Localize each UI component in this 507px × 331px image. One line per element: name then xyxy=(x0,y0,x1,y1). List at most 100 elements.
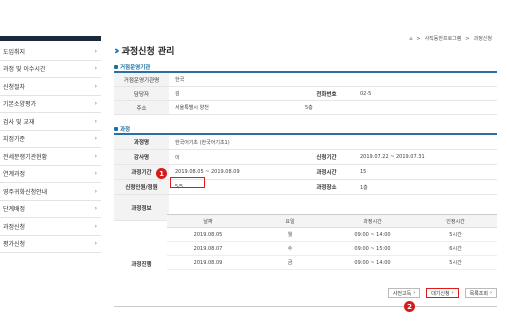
address-value: 서울특별시 양천 xyxy=(175,105,209,111)
sidebar: 도입취지 › 과정 및 이수시간 › 신청절차 › 기본소양평가 › 검사 및 교재 › … xyxy=(0,36,101,253)
column-header-day: 요일 xyxy=(285,218,295,225)
apply-period-label: 신청기간 xyxy=(299,150,354,164)
chevron-right-icon: › xyxy=(94,82,97,90)
home-icon[interactable]: ⌂ xyxy=(409,36,412,42)
cell-time: 09:00 ~ 15:00 xyxy=(354,245,391,252)
course-name-label: 과정명 xyxy=(114,135,169,149)
manager-label: 담당자 xyxy=(114,87,169,100)
chevron-right-icon: › xyxy=(94,100,97,108)
cell-day: 금 xyxy=(287,260,293,266)
action-buttons: 사전고득 › 대기신청 › 목록조회 › xyxy=(387,288,497,298)
course-hours-label: 과정시간 xyxy=(299,165,354,179)
cell-date: 2019.08.09 xyxy=(193,259,223,266)
capacity-highlight xyxy=(170,177,205,188)
location-label: 과정장소 xyxy=(299,180,354,194)
sidebar-item-residency[interactable]: 영주귀화신청안내 › xyxy=(0,183,101,201)
page-header: ››› 과정신청 관리 xyxy=(114,44,174,57)
org-name-value: 한국 xyxy=(175,77,185,83)
schedule-table: 날짜 요일 과정시간 인정시간 2019.08.05 월 09:00 ~ 14:… xyxy=(167,214,497,270)
pre-apply-button[interactable]: 사전고득 › xyxy=(387,288,421,298)
course-name-value: 한국어기초 (한국어기초1) xyxy=(175,139,230,146)
button-label: 사전고득 xyxy=(392,290,412,297)
course-info-label: 과정정보 xyxy=(114,195,169,220)
table-row: 2019.08.07 수 09:00 ~ 15:00 6시간 xyxy=(167,242,497,256)
breadcrumb: ⌂ > 사직동한프로그램 > 과정신청 xyxy=(409,35,492,43)
sidebar-item-label: 지정기준 xyxy=(3,136,26,144)
instructor-label: 강사명 xyxy=(114,150,169,164)
breadcrumb-separator: > xyxy=(465,35,470,42)
breadcrumb-separator: > xyxy=(416,35,421,42)
sidebar-item-intro[interactable]: 도입취지 › xyxy=(0,43,101,61)
cell-credit: 6시간 xyxy=(449,246,462,252)
sidebar-item-label: 과정신청 xyxy=(3,223,26,231)
sidebar-item-label: 평가신청 xyxy=(3,241,26,249)
location-value: 1층 xyxy=(360,184,368,191)
manager-value: 김 xyxy=(175,91,180,97)
chevron-right-icon: › xyxy=(94,117,97,125)
table-row: 과정명 한국어기초 (한국어기초1) xyxy=(114,135,497,150)
instructor-value: 이 xyxy=(175,154,180,161)
table-row: 2019.08.05 월 09:00 ~ 14:00 5시간 xyxy=(167,228,497,242)
sidebar-item-dispute-orgs[interactable]: 전세분쟁기관현황 › xyxy=(0,148,101,166)
chevron-right-icon: › xyxy=(94,152,97,160)
sidebar-item-label: 단계배정 xyxy=(3,206,26,214)
chevron-right-icon: › xyxy=(94,65,97,73)
section-title-course: 과정 xyxy=(114,125,130,133)
column-header-date: 날짜 xyxy=(203,218,213,225)
sidebar-top-bar xyxy=(0,36,101,41)
sidebar-item-eval-apply[interactable]: 평가신청 › xyxy=(0,236,101,253)
bullet-icon xyxy=(114,127,118,131)
org-info-table: 거점운영기관명 한국 담당자 김 전화번호 02-5 주소 서울특별시 양천 5… xyxy=(114,71,497,115)
waitlist-button[interactable]: 대기신청 › xyxy=(426,288,459,298)
sidebar-item-label: 영주귀화신청안내 xyxy=(3,188,48,196)
cell-credit: 5시간 xyxy=(449,260,462,266)
step-badge-2: 2 xyxy=(404,301,415,312)
chevron-right-icon: › xyxy=(413,290,416,296)
chevron-right-icon: › xyxy=(94,222,97,230)
column-header-credit: 인정시간 xyxy=(446,218,465,225)
sidebar-item-label: 전세분쟁기관현황 xyxy=(3,153,48,161)
sidebar-item-basic-eval[interactable]: 기본소양평가 › xyxy=(0,96,101,113)
section-title-text: 거점운영기관 xyxy=(120,65,151,71)
address-label: 주소 xyxy=(114,101,169,114)
chevron-right-icon: › xyxy=(94,47,97,55)
sidebar-item-test-textbook[interactable]: 검사 및 교재 › xyxy=(0,113,101,131)
sidebar-item-level[interactable]: 단계배정 › xyxy=(0,201,101,218)
sidebar-item-label: 연계과정 xyxy=(3,171,26,179)
apply-period-value: 2019.07.22 ~ 2019.07.31 xyxy=(360,154,425,160)
address-extra: 5층 xyxy=(305,105,313,111)
sidebar-item-criteria[interactable]: 지정기준 › xyxy=(0,131,101,148)
phone-value: 02-5 xyxy=(360,90,372,97)
table-row: 2019.08.09 금 09:00 ~ 14:00 5시간 xyxy=(167,256,497,270)
phone-label: 전화번호 xyxy=(299,87,354,100)
cell-date: 2019.08.05 xyxy=(193,231,223,238)
table-row: 거점운영기관명 한국 xyxy=(114,73,497,87)
sidebar-item-label: 검사 및 교재 xyxy=(3,118,35,126)
column-header-time: 과정시간 xyxy=(363,218,382,225)
chevron-right-icon: › xyxy=(94,240,97,248)
section-title-text: 과정 xyxy=(120,127,131,133)
double-chevron-icon: ››› xyxy=(114,44,119,57)
table-row: 주소 서울특별시 양천 5층 xyxy=(114,101,497,115)
cell-day: 월 xyxy=(287,232,293,238)
schedule-header-row: 날짜 요일 과정시간 인정시간 xyxy=(167,214,497,228)
breadcrumb-item[interactable]: 사직동한프로그램 xyxy=(425,35,462,42)
step-badge-1: 1 xyxy=(156,168,167,179)
breadcrumb-current: 과정신청 xyxy=(473,36,492,42)
cell-time: 09:00 ~ 14:00 xyxy=(354,259,391,266)
sidebar-item-label: 도입취지 xyxy=(3,48,26,56)
button-label: 목록조회 xyxy=(469,290,488,297)
sidebar-item-course-apply[interactable]: 과정신청 › xyxy=(0,218,101,236)
list-button[interactable]: 목록조회 › xyxy=(464,288,497,298)
capacity-label: 신청인원/정원 xyxy=(114,180,169,194)
cell-credit: 5시간 xyxy=(449,232,462,238)
table-row: 담당자 김 전화번호 02-5 xyxy=(114,87,497,101)
course-hours-value: 15 xyxy=(360,169,367,175)
sidebar-item-course-hours[interactable]: 과정 및 이수시간 › xyxy=(0,61,101,78)
button-label: 대기신청 xyxy=(431,290,450,297)
sidebar-item-linked-course[interactable]: 연계과정 › xyxy=(0,166,101,183)
sidebar-item-label: 기본소양평가 xyxy=(3,101,37,109)
schedule-label: 과정진행 xyxy=(114,221,169,306)
bullet-icon xyxy=(114,65,118,69)
sidebar-item-procedure[interactable]: 신청절차 › xyxy=(0,78,101,96)
